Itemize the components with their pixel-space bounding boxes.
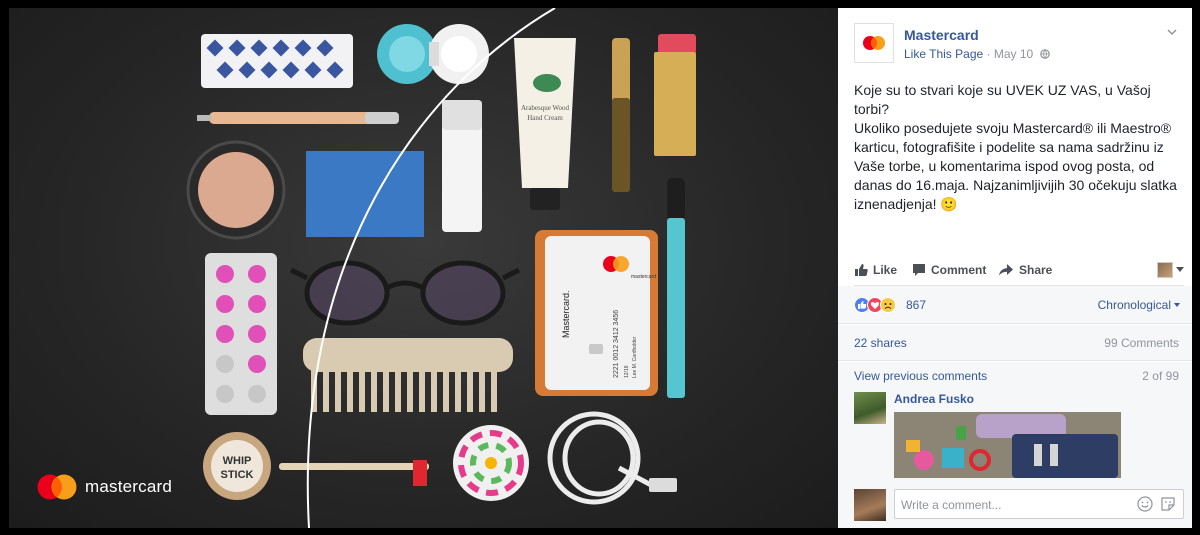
bandage bbox=[201, 34, 353, 88]
like-button[interactable]: Like bbox=[854, 263, 897, 277]
post-text-line-2: Ukoliko posedujete svoju Mastercard® ili… bbox=[854, 119, 1184, 215]
globe-icon bbox=[1039, 49, 1050, 59]
comment-photo[interactable] bbox=[894, 412, 1121, 478]
pen bbox=[197, 112, 399, 124]
comment-order-dropdown[interactable]: Chronological bbox=[1098, 298, 1180, 312]
wooden-comb bbox=[303, 338, 513, 412]
page-name-link[interactable]: Mastercard bbox=[904, 27, 979, 43]
post-sidebar: Mastercard Like This Page · May 10 Koje … bbox=[838, 8, 1192, 528]
mastercard-wordmark: mastercard bbox=[85, 477, 173, 496]
eyeglasses bbox=[289, 260, 521, 326]
like-page-link[interactable]: Like This Page bbox=[904, 47, 983, 61]
svg-text:Hand Cream: Hand Cream bbox=[527, 114, 563, 122]
svg-text:12/18: 12/18 bbox=[624, 365, 630, 378]
lip-balm: WHIP STICK bbox=[203, 432, 271, 500]
comment-author[interactable]: Andrea Fusko bbox=[894, 392, 974, 406]
thumbs-up-icon bbox=[855, 264, 868, 276]
comment-button[interactable]: Comment bbox=[912, 263, 986, 277]
flat-lay-illustration: Arabesque Wood Hand Cream mastercard Mas… bbox=[186, 8, 696, 528]
meta-separator: · bbox=[986, 47, 991, 61]
post-body: Koje su to stvari koje su UVEK UZ VAS, u… bbox=[854, 81, 1184, 215]
compact-powder bbox=[186, 140, 286, 240]
usb-cable bbox=[547, 411, 677, 505]
marker bbox=[667, 178, 685, 398]
svg-text:mastercard: mastercard bbox=[631, 274, 656, 280]
reactions-bar: 867 Chronological bbox=[838, 286, 1192, 324]
svg-text:Mastercard.: Mastercard. bbox=[561, 290, 571, 338]
mascara bbox=[612, 38, 630, 192]
current-user-avatar bbox=[854, 489, 886, 521]
comments-pager: 2 of 99 bbox=[1142, 369, 1179, 383]
share-label: Share bbox=[1019, 263, 1053, 277]
sad-reaction-icon bbox=[880, 297, 896, 313]
post-meta: Like This Page · May 10 bbox=[904, 47, 1050, 61]
mastercard-logo-icon bbox=[863, 36, 885, 50]
write-comment-field[interactable]: Write a comment... bbox=[894, 489, 1184, 519]
lipstick bbox=[654, 34, 696, 156]
post-actions: Like Comment Share bbox=[854, 260, 1184, 286]
post-as-selector[interactable] bbox=[1157, 262, 1184, 278]
comment-icon bbox=[913, 264, 925, 276]
lens-case bbox=[377, 24, 489, 84]
lollipop bbox=[279, 425, 529, 501]
emoji-icon[interactable] bbox=[1137, 496, 1153, 512]
comment-photo-illustration bbox=[894, 412, 1121, 478]
hand-cream: Arabesque Wood Hand Cream bbox=[514, 38, 576, 210]
svg-text:Arabesque Wood: Arabesque Wood bbox=[521, 104, 570, 112]
comments-section: View previous comments 2 of 99 Andrea Fu… bbox=[838, 362, 1192, 528]
post-stats: 22 shares 99 Comments bbox=[838, 325, 1192, 361]
reaction-count[interactable]: 867 bbox=[906, 298, 926, 312]
svg-text:2221 0012 3412 3456: 2221 0012 3412 3456 bbox=[613, 310, 620, 378]
shares-count[interactable]: 22 shares bbox=[854, 336, 907, 350]
comment-avatar[interactable] bbox=[854, 392, 886, 424]
share-arrow-icon bbox=[999, 264, 1013, 276]
post-text-line-1: Koje su to stvari koje su UVEK UZ VAS, u… bbox=[854, 82, 1155, 117]
chevron-down-icon[interactable] bbox=[1166, 26, 1178, 38]
share-button[interactable]: Share bbox=[998, 263, 1052, 277]
post-text-body: Ukoliko posedujete svoju Mastercard® ili… bbox=[854, 120, 1181, 212]
user-avatar-small bbox=[1157, 262, 1173, 278]
post-date[interactable]: May 10 bbox=[994, 47, 1033, 61]
smile-emoji-icon: 🙂 bbox=[940, 197, 958, 213]
comment-label: Comment bbox=[931, 263, 987, 277]
like-label: Like bbox=[873, 263, 898, 277]
lighter bbox=[442, 100, 482, 232]
card-wallet: mastercard Mastercard. 2221 0012 3412 34… bbox=[535, 230, 658, 396]
view-previous-comments[interactable]: View previous comments bbox=[854, 369, 987, 383]
caret-down-icon bbox=[1176, 267, 1184, 272]
sticker-icon[interactable] bbox=[1160, 496, 1176, 512]
caret-down-icon bbox=[1174, 303, 1180, 307]
mastercard-photo-logo: mastercard bbox=[37, 474, 172, 500]
pill-blister bbox=[205, 253, 277, 415]
post-lightbox: Arabesque Wood Hand Cream mastercard Mas… bbox=[0, 0, 1200, 535]
svg-text:STICK: STICK bbox=[221, 469, 254, 481]
svg-text:Lee M. Cardholder: Lee M. Cardholder bbox=[632, 336, 638, 378]
comments-count[interactable]: 99 Comments bbox=[1104, 336, 1179, 350]
post-photo[interactable]: Arabesque Wood Hand Cream mastercard Mas… bbox=[9, 8, 838, 528]
mastercard-circles-icon bbox=[37, 474, 77, 500]
write-comment-placeholder: Write a comment... bbox=[901, 498, 1002, 512]
page-avatar[interactable] bbox=[854, 23, 894, 63]
cleaning-cloth bbox=[306, 151, 424, 237]
comment-order-label: Chronological bbox=[1097, 298, 1171, 312]
svg-text:WHIP: WHIP bbox=[223, 455, 252, 467]
reaction-icons[interactable] bbox=[854, 297, 896, 313]
